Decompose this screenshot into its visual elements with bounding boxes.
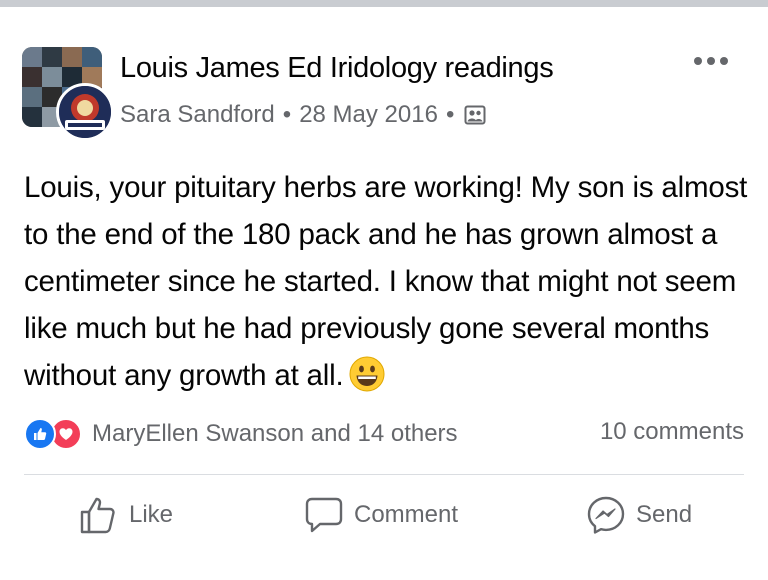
meta-separator: • — [282, 101, 292, 128]
comments-count-link[interactable]: 10 comments — [600, 418, 744, 446]
like-button[interactable]: Like — [79, 495, 173, 535]
like-reaction-icon — [24, 418, 56, 450]
comment-bubble-icon — [305, 497, 343, 533]
post-avatars — [22, 47, 114, 141]
thumbs-up-icon — [80, 497, 115, 534]
actions-divider — [24, 474, 744, 475]
group-members-icon — [464, 104, 486, 126]
comment-button[interactable]: Comment — [304, 495, 458, 535]
top-separator-bar — [0, 0, 768, 7]
post-actions-bar: Like Comment Send — [0, 495, 768, 543]
send-button[interactable]: Send — [586, 495, 692, 535]
reactions-summary[interactable]: MaryEllen Swanson and 14 others — [24, 418, 458, 450]
more-dot-icon — [694, 57, 702, 65]
comment-label: Comment — [354, 501, 459, 528]
author-name-link[interactable]: Sara Sandford — [120, 101, 275, 129]
more-dot-icon — [707, 57, 715, 65]
messenger-icon — [587, 496, 625, 534]
group-name-link[interactable]: Louis James Ed Iridology readings — [120, 52, 554, 85]
author-avatar[interactable] — [56, 83, 114, 141]
post-meta: Sara Sandford • 28 May 2016 • — [120, 101, 486, 129]
post-date-link[interactable]: 28 May 2016 — [299, 101, 438, 129]
post-body: Louis, your pituitary herbs are working!… — [24, 164, 754, 399]
more-options-button[interactable] — [694, 57, 728, 65]
more-dot-icon — [720, 57, 728, 65]
post-body-text: Louis, your pituitary herbs are working!… — [24, 171, 748, 392]
grinning-face-emoji — [349, 356, 385, 392]
facebook-post: Louis James Ed Iridology readings Sara S… — [0, 7, 768, 580]
like-label: Like — [129, 501, 174, 528]
reaction-names[interactable]: MaryEllen Swanson and 14 others — [92, 420, 458, 448]
send-label: Send — [636, 501, 693, 528]
meta-separator: • — [445, 101, 455, 128]
